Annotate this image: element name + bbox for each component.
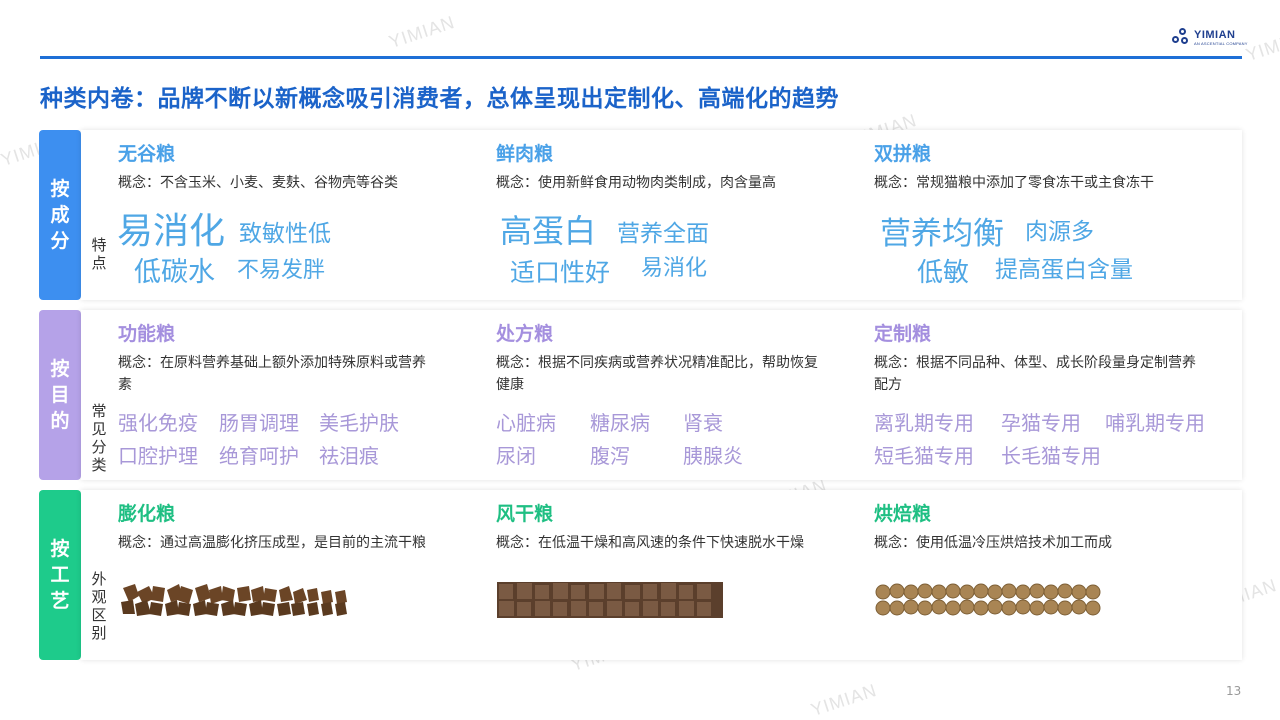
keyword: 适口性好: [510, 258, 611, 287]
category-extruded: 膨化粮 概念：通过高温膨化挤压成型，是目前的主流干粮: [118, 502, 478, 554]
category-concept: 概念：使用新鲜食用动物肉类制成，肉含量高: [496, 175, 776, 191]
category-title: 鲜肉粮: [496, 143, 554, 165]
row-by-purpose: 按 目 的 常见分类 功能粮 概念：在原料营养基础上额外添加特殊原料或营养素 强…: [39, 310, 1242, 480]
keyword: 腹泻: [590, 444, 630, 468]
category-baked: 烘焙粮 概念：使用低温冷压烘焙技术加工而成: [874, 502, 1234, 554]
category-title: 处方粮: [496, 323, 554, 345]
row-by-ingredient: 按 成 分 特点 无谷粮 概念：不含玉米、小麦、麦麸、谷物壳等谷类 易消化 致敏…: [39, 130, 1242, 300]
keyword: 短毛猫专用: [874, 444, 974, 468]
page-number: 13: [1226, 684, 1242, 698]
keyword: 口腔护理: [118, 444, 198, 468]
keyword: 离乳期专用: [874, 411, 974, 435]
category-title: 风干粮: [496, 503, 554, 525]
logo-subtitle: AN ASCENTIAL COMPANY: [1194, 40, 1248, 46]
category-title: 双拼粮: [874, 143, 932, 165]
watermark: YIMIAN: [808, 680, 880, 720]
category-concept: 概念：在原料营养基础上额外添加特殊原料或营养素: [118, 355, 426, 393]
keyword: 强化免疫: [118, 411, 198, 435]
category-prescription: 处方粮 概念：根据不同疾病或营养状况精准配比，帮助恢复健康: [496, 322, 826, 396]
header-rule: [40, 56, 1242, 59]
category-air-dried: 风干粮 概念：在低温干燥和高风速的条件下快速脱水干燥: [496, 502, 856, 554]
keyword: 哺乳期专用: [1105, 411, 1205, 435]
keyword: 易消化: [641, 256, 708, 281]
keyword: 尿闭: [496, 444, 536, 468]
category-concept: 概念：常规猫粮中添加了零食冻干或主食冻干: [874, 175, 1154, 191]
keyword: 孕猫专用: [1001, 411, 1081, 435]
logo-icon: [1172, 28, 1190, 46]
row-tab: 按 成 分: [39, 130, 81, 300]
category-title: 烘焙粮: [874, 503, 932, 525]
keyword: 低敏: [917, 258, 970, 288]
keyword: 祛泪痕: [319, 444, 379, 468]
keyword: 高蛋白: [500, 212, 597, 250]
row-by-process: 按 工 艺 外观区别 膨化粮 概念：通过高温膨化挤压成型，是目前的主流干粮 风干…: [39, 490, 1242, 660]
watermark: YIMIAN: [386, 12, 458, 53]
category-custom: 定制粮 概念：根据不同品种、体型、成长阶段量身定制营养配方: [874, 322, 1204, 396]
keyword: 肠胃调理: [219, 411, 299, 435]
keyword: 糖尿病: [590, 411, 650, 435]
keyword: 胰腺炎: [683, 444, 743, 468]
keyword: 低碳水: [134, 257, 215, 288]
keyword: 营养全面: [617, 221, 709, 247]
air-dried-cubes-image: [497, 582, 723, 618]
keyword: 易消化: [117, 211, 226, 252]
keyword: 绝育呵护: [219, 444, 299, 468]
side-label: 特点: [91, 236, 107, 272]
side-label: 外观区别: [91, 570, 107, 642]
category-grain-free: 无谷粮 概念：不含玉米、小麦、麦麸、谷物壳等谷类: [118, 142, 478, 194]
category-title: 功能粮: [118, 323, 176, 345]
category-title: 无谷粮: [118, 143, 176, 165]
category-title: 定制粮: [874, 323, 932, 345]
keyword: 不易发胖: [237, 258, 326, 283]
category-concept: 概念：使用低温冷压烘焙技术加工而成: [874, 535, 1112, 551]
category-functional: 功能粮 概念：在原料营养基础上额外添加特殊原料或营养素: [118, 322, 438, 396]
keyword: 美毛护肤: [319, 411, 399, 435]
brand-logo: YIMIAN AN ASCENTIAL COMPANY: [1172, 28, 1248, 46]
page-title: 种类内卷：品牌不断以新概念吸引消费者，总体呈现出定制化、高端化的趋势: [40, 86, 839, 112]
keyword: 肉源多: [1025, 219, 1094, 245]
category-fresh-meat: 鲜肉粮 概念：使用新鲜食用动物肉类制成，肉含量高: [496, 142, 856, 194]
logo-name: YIMIAN: [1194, 28, 1236, 41]
category-concept: 概念：通过高温膨化挤压成型，是目前的主流干粮: [118, 535, 426, 551]
extruded-kibble-image: [121, 584, 347, 616]
keyword: 长毛猫专用: [1001, 444, 1101, 468]
row-tab: 按 目 的: [39, 310, 81, 480]
category-concept: 概念：在低温干燥和高风速的条件下快速脱水干燥: [496, 535, 804, 551]
category-dual-mix: 双拼粮 概念：常规猫粮中添加了零食冻干或主食冻干: [874, 142, 1234, 194]
category-concept: 概念：不含玉米、小麦、麦麸、谷物壳等谷类: [118, 175, 398, 191]
category-title: 膨化粮: [118, 503, 176, 525]
keyword: 肾衰: [683, 411, 723, 435]
side-label: 常见分类: [91, 402, 107, 474]
category-concept: 概念：根据不同疾病或营养状况精准配比，帮助恢复健康: [496, 355, 818, 393]
keyword: 营养均衡: [880, 216, 1004, 252]
keyword: 提高蛋白含量: [995, 257, 1133, 283]
category-concept: 概念：根据不同品种、体型、成长阶段量身定制营养配方: [874, 355, 1196, 393]
watermark: YIMIAN: [1243, 25, 1280, 66]
row-tab: 按 工 艺: [39, 490, 81, 660]
baked-pellets-image: [875, 583, 1101, 616]
keyword: 心脏病: [496, 411, 556, 435]
keyword: 致敏性低: [239, 221, 331, 247]
